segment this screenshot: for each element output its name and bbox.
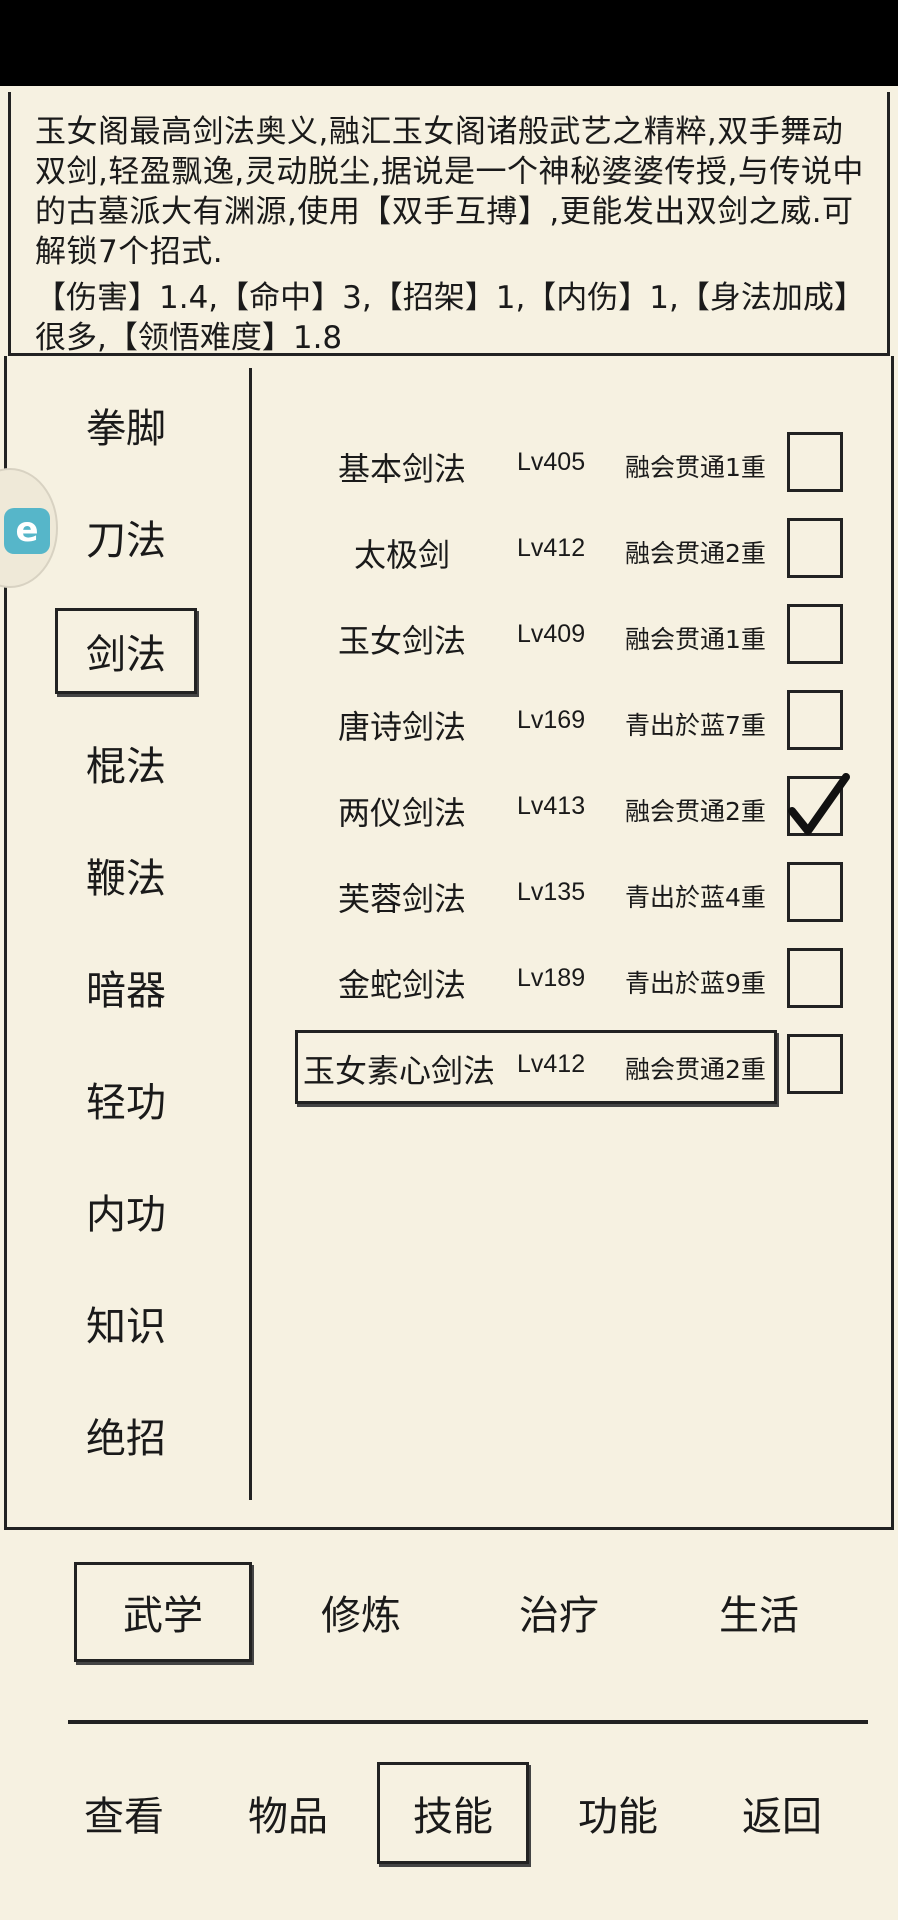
skill-name: 基本剑法 — [337, 450, 466, 488]
skill-description-panel[interactable]: 玉女阁最高剑法奥义,融汇玉女阁诸般武艺之精粹,双手舞动双剑,轻盈飘逸,灵动脱尘,… — [8, 92, 890, 356]
category-juezhao[interactable]: 绝招 — [55, 1392, 197, 1478]
skill-stats-line: 【伤害】1.4,【命中】3,【招架】1,【内伤】1,【身法加成】 — [35, 280, 865, 316]
skill-checkbox[interactable] — [787, 690, 843, 750]
skill-checkbox[interactable] — [787, 432, 843, 492]
skill-stage: 青出於蓝9重 — [625, 969, 766, 998]
category-anqi[interactable]: 暗器 — [55, 944, 197, 1030]
skill-level: Lv412 — [517, 534, 586, 562]
nav-wupin[interactable]: 物品 — [212, 1762, 364, 1864]
skill-checkbox[interactable] — [787, 1034, 843, 1094]
skill-stage: 青出於蓝4重 — [625, 883, 766, 912]
checkmark-icon — [788, 773, 850, 835]
subtab-zhiliao[interactable]: 治疗 — [470, 1562, 648, 1662]
skill-row[interactable]: 两仪剑法 Lv413 融会贯通2重 — [297, 773, 857, 844]
skill-name: 玉女剑法 — [337, 622, 466, 660]
nav-fanhui[interactable]: 返回 — [706, 1762, 858, 1864]
skill-name: 金蛇剑法 — [337, 966, 466, 1004]
skill-level: Lv413 — [517, 792, 586, 820]
category-jianfa[interactable]: 剑法 — [55, 608, 197, 694]
skill-row[interactable]: 基本剑法 Lv405 融会贯通1重 — [297, 430, 857, 500]
divider — [68, 1720, 868, 1724]
skill-panel: 拳脚 刀法 剑法 棍法 鞭法 暗器 轻功 内功 知识 绝招 基本剑法 Lv405… — [4, 356, 894, 1530]
skill-level: Lv409 — [517, 620, 586, 648]
skill-checkbox[interactable] — [787, 773, 850, 836]
skill-level: Lv135 — [517, 878, 586, 906]
skill-name: 芙蓉剑法 — [337, 880, 466, 918]
skill-name: 太极剑 — [353, 536, 450, 574]
skill-row[interactable]: 唐诗剑法 Lv169 青出於蓝7重 — [297, 688, 857, 758]
skill-stage: 融会贯通1重 — [625, 453, 766, 482]
category-qinggong[interactable]: 轻功 — [55, 1056, 197, 1142]
skill-stage: 融会贯通2重 — [625, 797, 766, 826]
category-quanjiao[interactable]: 拳脚 — [55, 382, 197, 468]
app-logo-icon: e — [4, 508, 50, 554]
skill-level: Lv189 — [517, 964, 586, 992]
skill-checkbox[interactable] — [787, 604, 843, 664]
skill-checkbox[interactable] — [787, 518, 843, 578]
category-zhishi[interactable]: 知识 — [55, 1280, 197, 1366]
skill-row[interactable]: 太极剑 Lv412 融会贯通2重 — [297, 516, 857, 586]
nav-gongneng[interactable]: 功能 — [542, 1762, 694, 1864]
skill-level: Lv169 — [517, 706, 586, 734]
skill-row-selected[interactable]: 玉女素心剑法 Lv412 融会贯通2重 — [295, 1030, 857, 1104]
skill-name: 两仪剑法 — [337, 794, 466, 832]
subtab-shenghuo[interactable]: 生活 — [670, 1562, 848, 1662]
skill-description-text: 玉女阁最高剑法奥义,融汇玉女阁诸般武艺之精粹,双手舞动双剑,轻盈飘逸,灵动脱尘,… — [35, 114, 864, 270]
nav-jineng[interactable]: 技能 — [377, 1762, 529, 1864]
skill-name: 玉女素心剑法 — [302, 1052, 495, 1090]
category-neigong[interactable]: 内功 — [55, 1168, 197, 1254]
skill-checkbox[interactable] — [787, 948, 843, 1008]
skill-checkbox[interactable] — [787, 862, 843, 922]
skill-stage: 融会贯通2重 — [625, 1055, 766, 1084]
category-bianfa[interactable]: 鞭法 — [55, 832, 197, 918]
skill-stage: 融会贯通1重 — [625, 625, 766, 654]
category-gunfa[interactable]: 棍法 — [55, 720, 197, 806]
skill-row[interactable]: 金蛇剑法 Lv189 青出於蓝9重 — [297, 946, 857, 1016]
skill-stage: 青出於蓝7重 — [625, 711, 766, 740]
status-bar — [0, 0, 898, 86]
skill-level: Lv405 — [517, 448, 586, 476]
skill-row[interactable]: 玉女剑法 Lv409 融会贯通1重 — [297, 602, 857, 672]
category-daofa[interactable]: 刀法 — [55, 494, 197, 580]
skill-stats-line-2: 很多,【领悟难度】1.8 — [35, 320, 343, 356]
skill-name: 唐诗剑法 — [337, 708, 466, 746]
skill-stage: 融会贯通2重 — [625, 539, 766, 568]
subtab-xiulian[interactable]: 修炼 — [272, 1562, 450, 1662]
skill-row[interactable]: 芙蓉剑法 Lv135 青出於蓝4重 — [297, 860, 857, 930]
skill-level: Lv412 — [517, 1050, 586, 1078]
divider — [249, 368, 252, 1500]
nav-chakan[interactable]: 查看 — [48, 1762, 200, 1864]
subtab-wuxue[interactable]: 武学 — [74, 1562, 252, 1662]
